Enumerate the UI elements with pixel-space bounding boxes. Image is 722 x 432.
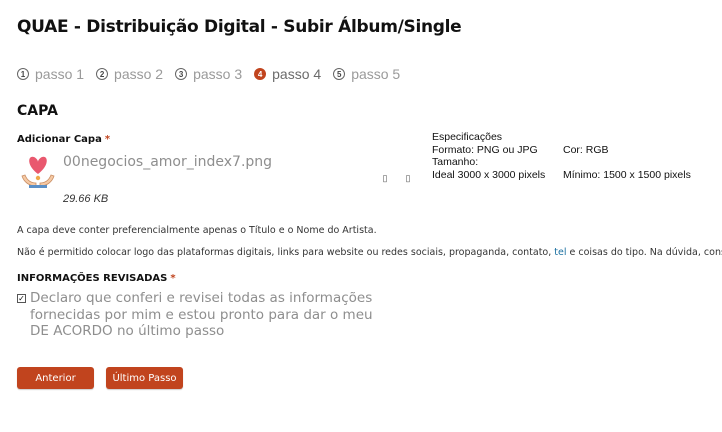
- view-icon[interactable]: ▯: [380, 173, 390, 183]
- specs-ideal: Ideal 3000 x 3000 pixels: [432, 168, 546, 181]
- specs-color: Cor: RGB: [563, 143, 609, 156]
- heart-hands-icon: [21, 156, 55, 188]
- step-2[interactable]: 2 passo 2: [96, 66, 163, 82]
- step-3-label: passo 3: [193, 66, 243, 82]
- specs-heading: Especificações: [432, 131, 503, 143]
- cover-filesize: 29.66 KB: [63, 193, 109, 205]
- specs-size-heading: Tamanho:: [432, 156, 479, 168]
- step-4-number: 4: [254, 68, 267, 80]
- step-1-label: passo 1: [35, 66, 85, 82]
- step-5-number: 5: [333, 68, 346, 80]
- step-5-label: passo 5: [351, 66, 401, 82]
- step-3[interactable]: 3 passo 3: [175, 66, 242, 82]
- cover-note-1: A capa deve conter preferencialmente ape…: [17, 225, 377, 236]
- page-title: QUAE - Distribuição Digital - Subir Álbu…: [17, 17, 462, 37]
- review-checkbox[interactable]: ✓: [17, 294, 26, 303]
- step-nav: 1 passo 1 2 passo 2 3 passo 3 4 passo 4 …: [17, 66, 400, 82]
- review-required-mark: *: [170, 273, 176, 284]
- step-1-number: 1: [17, 68, 29, 80]
- add-cover-label-text: Adicionar Capa: [17, 134, 102, 145]
- step-2-number: 2: [96, 68, 109, 80]
- previous-button[interactable]: Anterior: [17, 367, 94, 389]
- review-checkbox-text[interactable]: Declaro que conferi e revisei todas as i…: [30, 290, 395, 340]
- step-5[interactable]: 5 passo 5: [333, 66, 400, 82]
- cover-filename[interactable]: 00negocios_amor_index7.png: [63, 154, 272, 170]
- cover-thumbnail[interactable]: [19, 152, 57, 190]
- review-confirmation: ✓ Declaro que conferi e revisei todas as…: [17, 290, 395, 340]
- capa-section-title: CAPA: [17, 103, 58, 119]
- specs-format: Formato: PNG ou JPG: [432, 143, 538, 156]
- required-mark: *: [104, 134, 111, 145]
- step-4[interactable]: 4 passo 4: [254, 66, 321, 82]
- cover-specs: Especificações Formato: PNG ou JPG Cor: …: [432, 131, 691, 181]
- delete-icon[interactable]: ▯: [403, 173, 413, 183]
- step-1[interactable]: 1 passo 1: [17, 66, 84, 82]
- tel-link[interactable]: tel: [554, 247, 566, 258]
- cover-note-2-text: Não é permitido colocar logo das platafo…: [17, 247, 555, 258]
- step-4-label: passo 4: [272, 66, 322, 82]
- review-label: INFORMAÇÕES REVISADAS *: [17, 273, 176, 284]
- step-3-number: 3: [175, 68, 188, 80]
- cover-note-2-end: e coisas do tipo. Na dúvida, consulte.: [569, 247, 722, 258]
- last-step-button[interactable]: Último Passo: [106, 367, 183, 389]
- cover-note-2: Não é permitido colocar logo das platafo…: [17, 247, 722, 258]
- step-2-label: passo 2: [114, 66, 164, 82]
- specs-minimum: Mínimo: 1500 x 1500 pixels: [563, 168, 691, 181]
- review-label-text: INFORMAÇÕES REVISADAS: [17, 273, 168, 284]
- add-cover-label: Adicionar Capa *: [17, 134, 110, 145]
